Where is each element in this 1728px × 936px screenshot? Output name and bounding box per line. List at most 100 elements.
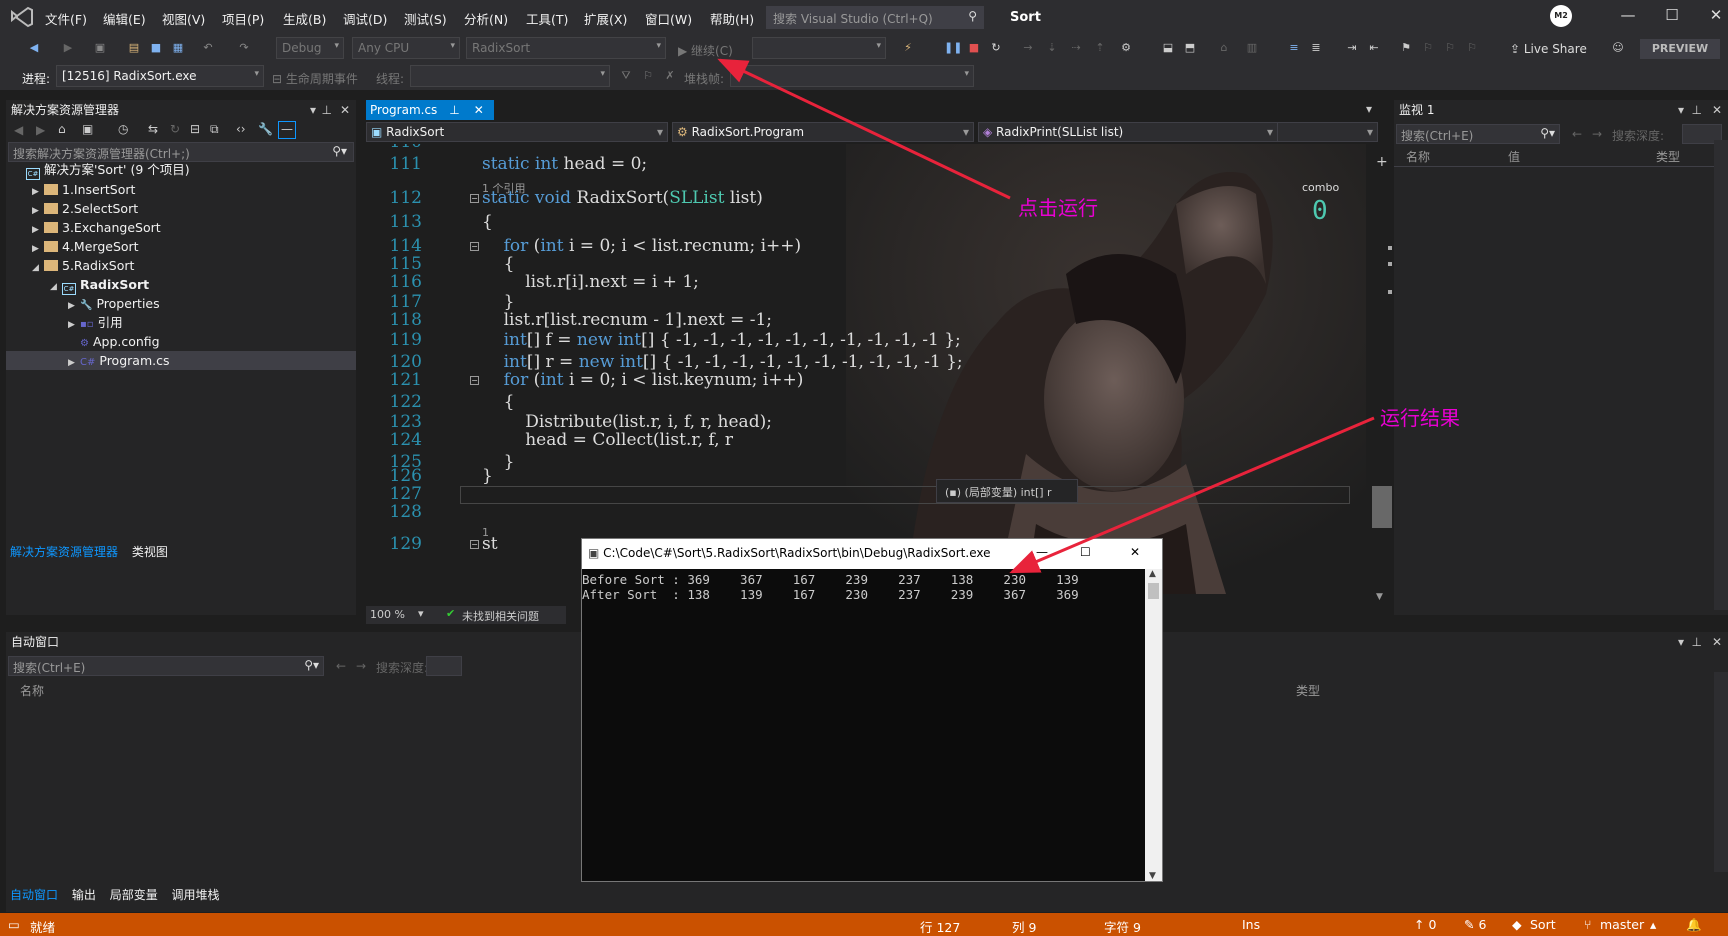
open-file-icon[interactable]: ▤ — [126, 41, 142, 55]
scroll-down-icon[interactable]: ▼ — [1149, 871, 1156, 881]
menu-window[interactable]: 窗口(W) — [645, 9, 692, 28]
pending-changes[interactable]: ✎ 6 — [1464, 917, 1486, 932]
close-icon[interactable]: ✕ — [1706, 6, 1726, 24]
back-icon[interactable]: ◀ — [14, 123, 23, 137]
stop-icon[interactable]: ■ — [966, 41, 982, 55]
nav-class-select[interactable]: ⚙ RadixSort.Program ▾ — [672, 122, 974, 142]
clear-bookmarks-icon[interactable]: ⚐ — [1464, 41, 1480, 55]
filter-icon[interactable]: ⛛ — [618, 69, 634, 83]
menu-build[interactable]: 生成(B) — [283, 9, 326, 28]
pin-icon[interactable]: ⊥ — [1692, 100, 1702, 120]
dropdown-icon[interactable]: ▾ — [1678, 632, 1684, 652]
console-window[interactable]: ▣ C:\Code\C#\Sort\5.RadixSort\RadixSort\… — [581, 538, 1163, 882]
refresh-icon[interactable]: ↻ — [170, 122, 180, 136]
pause-icon[interactable]: ❚❚ — [944, 41, 962, 55]
user-avatar[interactable]: M2 — [1550, 5, 1572, 27]
show-next-statement-icon[interactable]: → — [1020, 41, 1036, 55]
comment-icon[interactable]: ≡ — [1286, 41, 1302, 55]
redo-icon[interactable]: ↷ — [236, 41, 252, 55]
search-depth-select[interactable] — [426, 656, 462, 676]
platform-select[interactable]: Any CPU ▾ — [352, 37, 460, 59]
dropdown-icon[interactable]: ▾ — [310, 100, 316, 120]
search-next-icon[interactable]: → — [356, 659, 366, 673]
step-over-icon[interactable]: ⇢ — [1068, 41, 1084, 55]
autos-search-input[interactable]: 搜索(Ctrl+E) ⚲▾ — [8, 656, 324, 676]
menu-file[interactable]: 文件(F) — [45, 9, 87, 28]
dropdown-icon[interactable]: ▾ — [1678, 100, 1684, 120]
tree-item[interactable]: ▶ 2.SelectSort — [6, 199, 356, 218]
outdent-icon[interactable]: ⇤ — [1366, 41, 1382, 55]
close-icon[interactable]: ✕ — [1712, 632, 1722, 652]
step-out-icon[interactable]: ⇡ — [1092, 41, 1108, 55]
back-icon[interactable]: ◀ — [26, 41, 42, 55]
save-icon[interactable]: ■ — [148, 41, 164, 55]
exception-icon[interactable]: ⬒ — [1182, 41, 1198, 55]
close-icon[interactable]: ✕ — [1712, 100, 1722, 120]
preview-selected-icon[interactable]: — — [278, 121, 296, 139]
sync-icon[interactable]: ⇆ — [148, 122, 158, 136]
bookmark-icon[interactable]: ⚑ — [1398, 41, 1414, 55]
autos-scrollbar[interactable] — [1714, 672, 1728, 872]
collapse-toggle-icon[interactable]: − — [470, 376, 479, 385]
maximize-icon[interactable]: ☐ — [1080, 545, 1091, 559]
close-icon[interactable]: ✕ — [340, 100, 350, 120]
console-title-bar[interactable]: ▣ C:\Code\C#\Sort\5.RadixSort\RadixSort\… — [582, 539, 1162, 569]
indent-icon[interactable]: ⇥ — [1344, 41, 1360, 55]
menu-extensions[interactable]: 扩展(X) — [584, 9, 627, 28]
menu-analyze[interactable]: 分析(N) — [464, 9, 508, 28]
repo-name[interactable]: Sort — [1530, 917, 1556, 932]
menu-view[interactable]: 视图(V) — [162, 9, 205, 28]
prev-bookmark-icon[interactable]: ⚐ — [1420, 41, 1436, 55]
step-into-icon[interactable]: ⇣ — [1044, 41, 1060, 55]
unpushed-commits[interactable]: ↑ 0 — [1414, 917, 1436, 932]
status-ins[interactable]: Ins — [1242, 917, 1260, 932]
collapse-toggle-icon[interactable]: − — [470, 540, 479, 549]
tree-item[interactable]: ▶ ▪▫ 引用 — [6, 313, 356, 332]
save-all-icon[interactable]: ▦ — [170, 41, 186, 55]
next-bookmark-icon[interactable]: ⚐ — [1442, 41, 1458, 55]
search-next-icon[interactable]: → — [1592, 127, 1602, 141]
restart-icon[interactable]: ↻ — [988, 41, 1004, 55]
close-icon[interactable]: ✕ — [474, 103, 484, 117]
uncomment-icon[interactable]: ≣ — [1308, 41, 1324, 55]
minimize-icon[interactable]: — — [1036, 545, 1048, 559]
collapse-toggle-icon[interactable]: − — [470, 242, 479, 251]
search-prev-icon[interactable]: ← — [336, 659, 346, 673]
preview-button[interactable]: PREVIEW — [1640, 39, 1720, 59]
lifecycle-events-button[interactable]: ⊟ 生命周期事件 — [272, 70, 358, 87]
menu-project[interactable]: 项目(P) — [222, 9, 264, 28]
scrollbar-thumb[interactable] — [1148, 583, 1159, 599]
forward-icon[interactable]: ▶ — [60, 41, 76, 55]
menu-debug[interactable]: 调试(D) — [343, 9, 387, 28]
tree-item[interactable]: ▶ 🔧 Properties — [6, 294, 356, 313]
scroll-up-icon[interactable]: ▲ — [1149, 569, 1156, 579]
code-area[interactable]: 110111static int head = 0;1 个引用112static… — [366, 144, 1366, 594]
bookmark-nav-icon[interactable]: ⌂ — [1216, 41, 1232, 55]
solution-search-input[interactable]: 搜索解决方案资源管理器(Ctrl+;) ⚲▾ — [8, 142, 354, 162]
collapse-all-icon[interactable]: ⊟ — [190, 122, 200, 136]
pin-icon[interactable]: ⊥ — [322, 100, 332, 120]
tree-item[interactable]: ▶ C# Program.cs — [6, 351, 356, 370]
thread-select[interactable]: ▾ — [410, 65, 610, 87]
feedback-icon[interactable]: ☺ — [1610, 41, 1626, 55]
tab-call-stack[interactable]: 调用堆栈 — [172, 886, 220, 903]
switch-views-icon[interactable]: ▣ — [82, 122, 93, 136]
flag-clear-icon[interactable]: ✗ — [662, 69, 678, 83]
undo-icon[interactable]: ↶ — [200, 41, 216, 55]
nav-extra-select[interactable]: ▾ — [1278, 122, 1378, 142]
chevron-up-icon[interactable]: ▴ — [1650, 917, 1656, 932]
nav-member-select[interactable]: ◈ RadixPrint(SLList list) ▾ — [978, 122, 1278, 142]
expand-arrow-icon[interactable]: ▶ — [68, 354, 80, 373]
branch-name[interactable]: master — [1600, 917, 1644, 932]
new-project-icon[interactable]: ▣ — [92, 41, 108, 55]
tree-item[interactable]: ▶ 3.ExchangeSort — [6, 218, 356, 237]
show-all-files-icon[interactable]: ⧉ — [210, 122, 219, 137]
document-tab-program-cs[interactable]: Program.cs ⊥ ✕ — [366, 100, 494, 120]
menu-tools[interactable]: 工具(T) — [526, 9, 568, 28]
tree-item[interactable]: ◢ C# RadixSort — [6, 275, 356, 295]
editor-scrollbar[interactable]: + ▼ — [1368, 154, 1396, 602]
process-select[interactable]: [12516] RadixSort.exe ▾ — [56, 65, 264, 87]
diagnostics-icon[interactable]: ⚙ — [1118, 41, 1134, 55]
tab-output[interactable]: 输出 — [72, 886, 96, 903]
scroll-down-icon[interactable]: ▼ — [1376, 592, 1383, 602]
